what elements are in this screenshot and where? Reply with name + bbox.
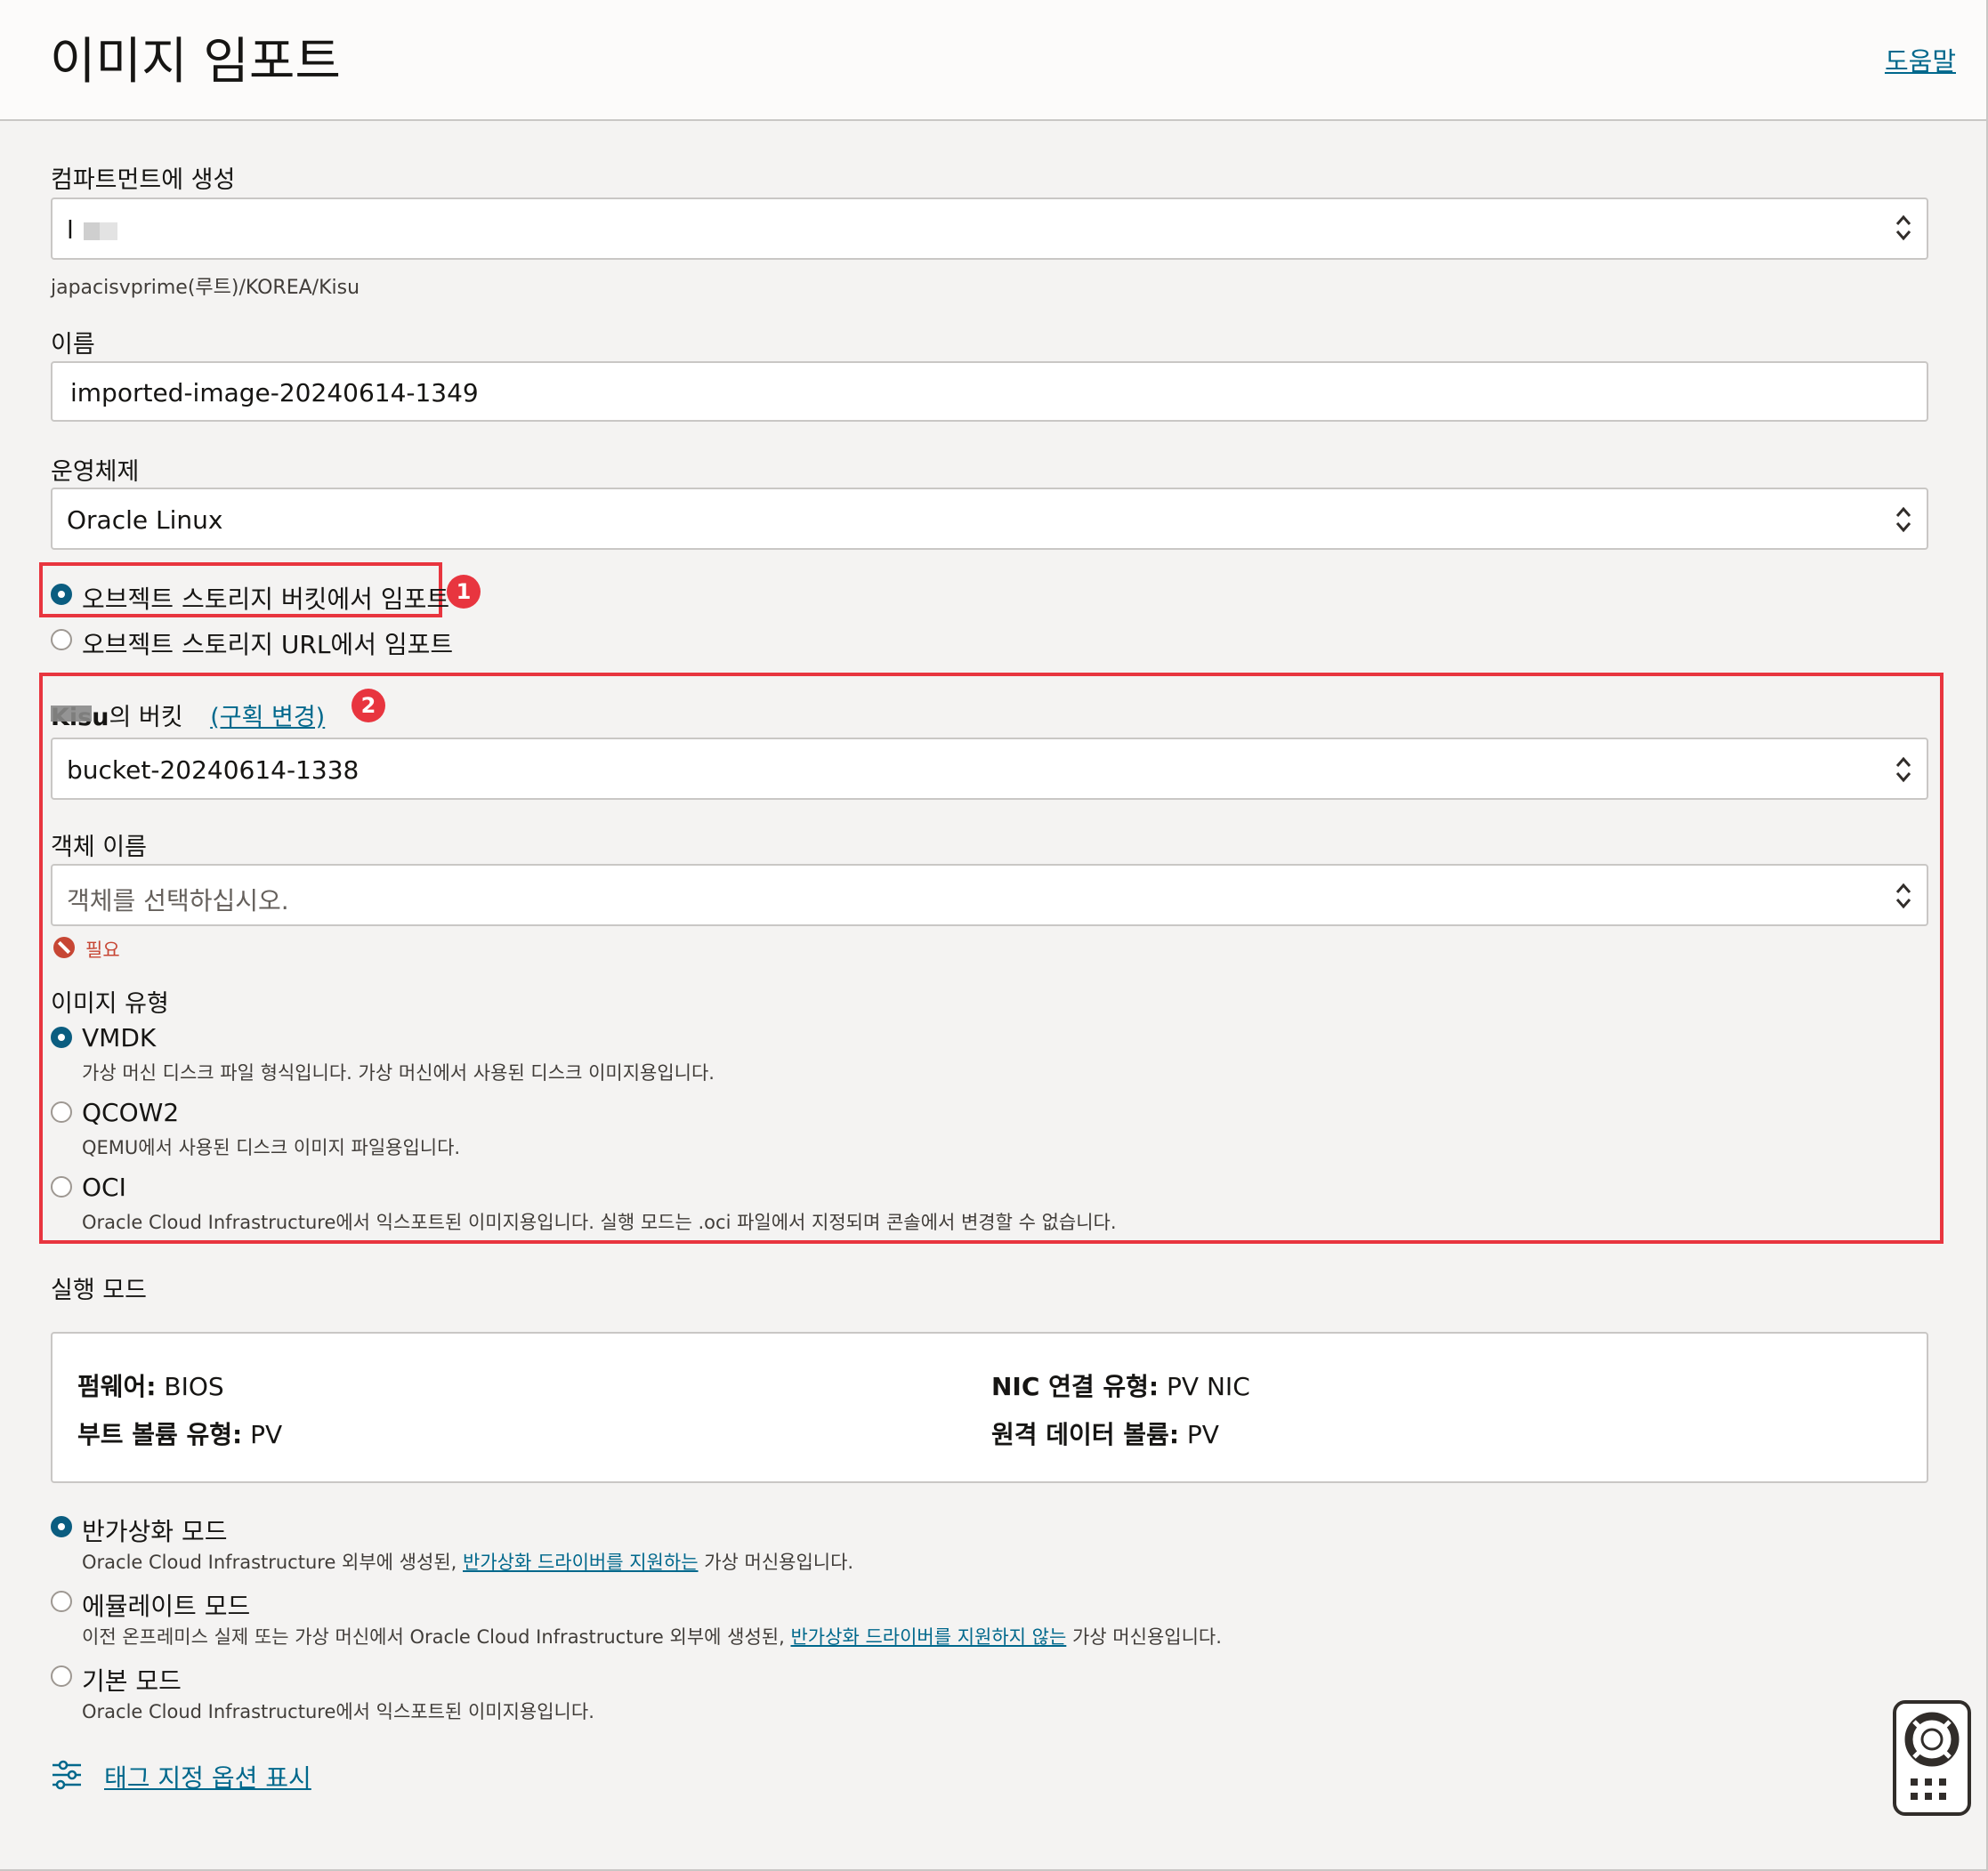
radio-source-url[interactable] xyxy=(51,629,72,650)
compartment-value: l xyxy=(67,215,74,245)
radio-label: 오브젝트 스토리지 URL에서 임포트 xyxy=(82,630,454,659)
annotation-badge-1: 1 xyxy=(447,575,481,609)
object-select[interactable]: 객체를 선택하십시오. xyxy=(51,864,1928,926)
radio-label: 기본 모드 xyxy=(82,1666,182,1696)
compartment-path: japacisvprime(루트)/KOREA/Kisu xyxy=(51,277,360,299)
lifebuoy-icon xyxy=(1904,1712,1960,1767)
updown-chevron-icon xyxy=(1895,506,1911,533)
change-compartment-link[interactable]: (구획 변경) xyxy=(210,704,325,731)
radio-description: QEMU에서 사용된 디스크 이미지 파일용입니다. xyxy=(82,1137,461,1158)
updown-chevron-icon xyxy=(1895,214,1911,241)
launch-mode-details: 펌웨어: BIOS NIC 연결 유형: PV NIC 부트 볼륨 유형: PV… xyxy=(51,1332,1928,1483)
no-pv-driver-link[interactable]: 반가상화 드라이버를 지원하지 않는 xyxy=(790,1626,1066,1648)
os-select[interactable]: Oracle Linux xyxy=(51,488,1928,550)
page: 이미지 임포트 도움말 컴파트먼트에 생성 l japacisvprime(루트… xyxy=(0,0,1988,1871)
help-link[interactable]: 도움말 xyxy=(1885,41,1956,78)
required-error: 필요 xyxy=(85,940,120,961)
nic-detail: NIC 연결 유형: PV NIC xyxy=(991,1372,1250,1401)
annotation-badge-2: 2 xyxy=(352,689,385,722)
remote-volume-detail: 원격 데이터 볼륨: PV xyxy=(991,1420,1219,1449)
radio-description: 이전 온프레미스 실제 또는 가상 머신에서 Oracle Cloud Infr… xyxy=(82,1626,1222,1648)
bucket-select[interactable]: bucket-20240614-1338 xyxy=(51,738,1928,800)
compartment-select[interactable]: l xyxy=(51,198,1928,260)
radio-label: VMDK xyxy=(82,1023,157,1052)
grid-icon xyxy=(1911,1778,1946,1800)
page-header: 이미지 임포트 도움말 xyxy=(0,0,1986,121)
name-label: 이름 xyxy=(51,331,95,359)
object-label: 객체 이름 xyxy=(51,834,147,861)
radio-label: OCI xyxy=(82,1173,126,1202)
name-input[interactable]: imported-image-20240614-1349 xyxy=(51,361,1928,422)
radio-label: 오브젝트 스토리지 버킷에서 임포트 xyxy=(82,585,450,614)
os-label: 운영체제 xyxy=(51,458,140,486)
bucket-label: Kisu의 버킷 (구획 변경) xyxy=(51,698,325,732)
image-type-label: 이미지 유형 xyxy=(51,990,169,1018)
firmware-detail: 펌웨어: BIOS xyxy=(77,1372,224,1401)
radio-label: 반가상화 모드 xyxy=(82,1517,228,1546)
boot-volume-detail: 부트 볼륨 유형: PV xyxy=(77,1420,283,1449)
radio-emulated[interactable] xyxy=(51,1591,72,1612)
updown-chevron-icon xyxy=(1895,756,1911,783)
bucket-value: bucket-20240614-1338 xyxy=(67,755,360,785)
radio-description: Oracle Cloud Infrastructure 외부에 생성된, 반가상… xyxy=(82,1552,854,1573)
radio-label: QCOW2 xyxy=(82,1098,180,1127)
radio-paravirtualized[interactable] xyxy=(51,1516,72,1537)
help-assistant-widget[interactable] xyxy=(1893,1700,1971,1816)
radio-description: 가상 머신 디스크 파일 형식입니다. 가상 머신에서 사용된 디스크 이미지용… xyxy=(82,1062,715,1084)
sliders-icon xyxy=(53,1760,81,1790)
compartment-label: 컴파트먼트에 생성 xyxy=(51,166,236,194)
bucket-label-suffix: 의 버킷 xyxy=(109,704,183,731)
radio-description: Oracle Cloud Infrastructure에서 익스포트된 이미지용… xyxy=(82,1212,1117,1233)
masked-text xyxy=(51,706,92,722)
radio-qcow2[interactable] xyxy=(51,1101,72,1123)
launch-mode-label: 실행 모드 xyxy=(51,1277,147,1304)
error-icon xyxy=(53,937,75,958)
radio-label: 에뮬레이트 모드 xyxy=(82,1592,251,1621)
object-placeholder: 객체를 선택하십시오. xyxy=(67,886,289,915)
radio-source-bucket[interactable] xyxy=(51,584,72,605)
updown-chevron-icon xyxy=(1895,883,1911,909)
radio-native[interactable] xyxy=(51,1665,72,1687)
pv-driver-link[interactable]: 반가상화 드라이버를 지원하는 xyxy=(463,1552,699,1573)
radio-oci[interactable] xyxy=(51,1176,72,1198)
os-value: Oracle Linux xyxy=(67,505,223,535)
radio-description: Oracle Cloud Infrastructure에서 익스포트된 이미지용… xyxy=(82,1701,594,1722)
radio-vmdk[interactable] xyxy=(51,1027,72,1048)
masked-text xyxy=(83,222,100,240)
page-title: 이미지 임포트 xyxy=(50,33,341,91)
name-value: imported-image-20240614-1349 xyxy=(70,378,479,407)
tags-link-label: 태그 지정 옵션 표시 xyxy=(104,1763,311,1793)
